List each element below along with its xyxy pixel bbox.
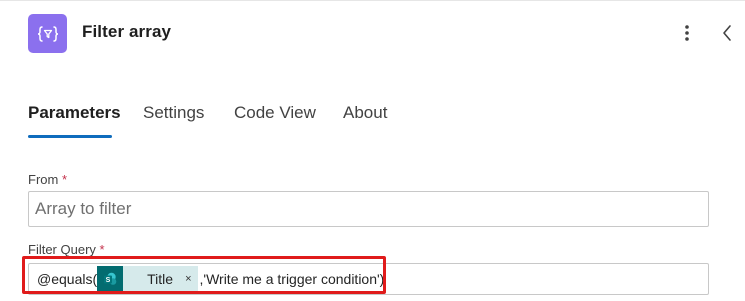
tab-settings[interactable]: Settings	[143, 103, 204, 123]
from-input[interactable]	[28, 191, 709, 227]
top-divider	[0, 0, 745, 1]
filter-query-label: Filter Query *	[28, 242, 105, 257]
from-label: From *	[28, 172, 67, 187]
tab-code-view[interactable]: Code View	[234, 103, 316, 123]
more-vertical-icon	[685, 25, 689, 41]
chevron-left-icon	[723, 25, 731, 41]
filter-query-label-text: Filter Query	[28, 242, 96, 257]
from-label-text: From	[28, 172, 59, 187]
tab-parameters[interactable]: Parameters	[28, 103, 121, 123]
filter-array-icon	[28, 14, 67, 53]
tab-about[interactable]: About	[343, 103, 387, 123]
required-marker: *	[61, 172, 68, 187]
required-marker: *	[99, 242, 105, 257]
action-title: Filter array	[82, 22, 172, 41]
highlight-annotation	[22, 256, 386, 294]
collapse-panel-button[interactable]	[716, 20, 738, 46]
active-tab-indicator	[28, 135, 112, 138]
more-options-button[interactable]	[676, 20, 698, 46]
